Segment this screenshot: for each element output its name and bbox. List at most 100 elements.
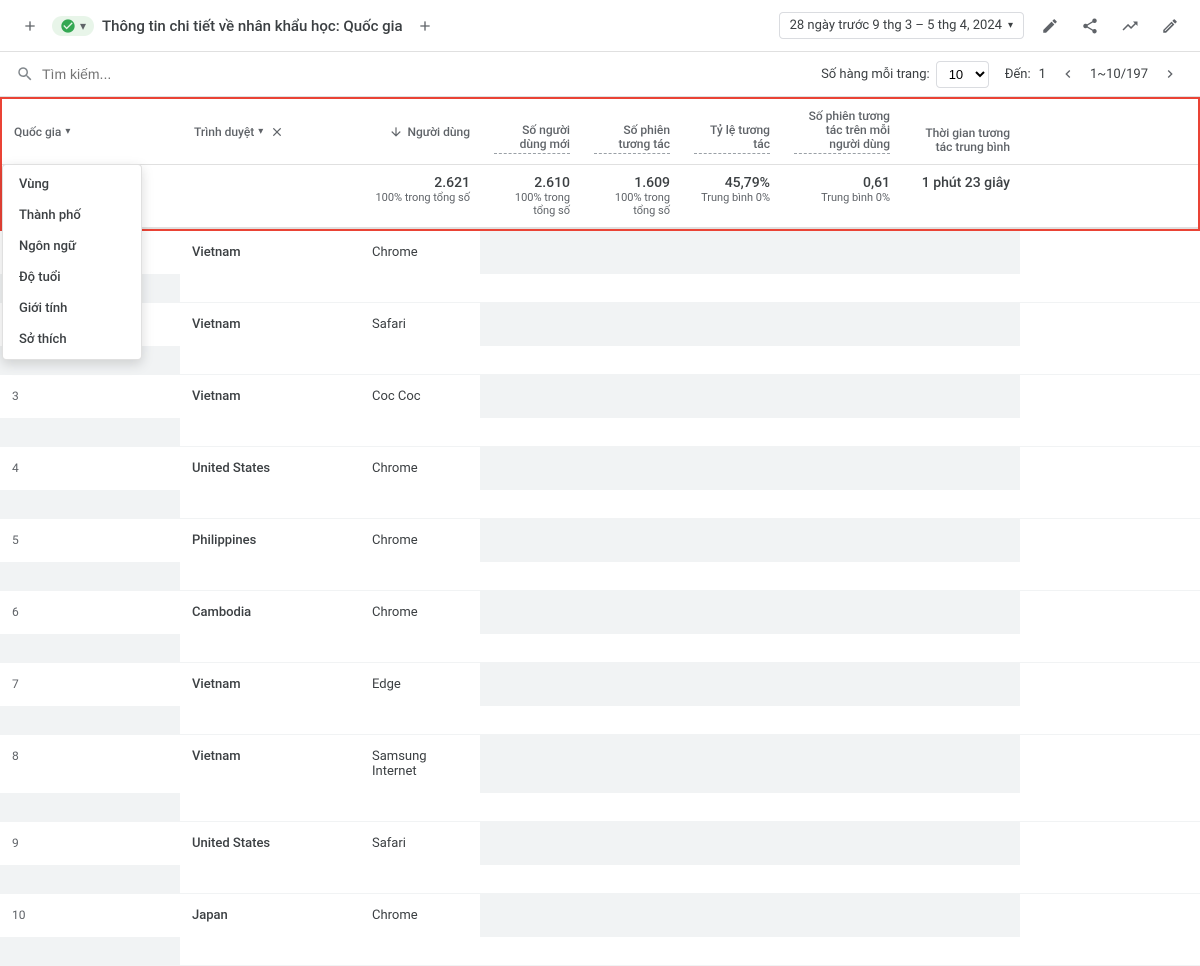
so-phien-header[interactable]: Số phiên tương tác [582,99,682,164]
remove-filter-button[interactable] [267,122,287,142]
table-row: 7 Vietnam Edge [0,663,1200,735]
thoi-gian-header[interactable]: Thời gian tương tác trung bình [902,99,1022,164]
so-phien-moi-nguoi-label: Số phiên tương tác trên mỗi người dùng [794,109,890,154]
row-nguoi-dung [480,447,580,490]
title-badge-arrow: ▾ [80,19,86,33]
dropdown-item-so-thich[interactable]: Sở thích [3,324,141,355]
summary-so-phien-sub: 100% trong tổng số [594,191,670,217]
row-ty-le [780,447,900,490]
row-so-nguoi-dung-moi [580,303,680,346]
summary-thoi-gian-val: 1 phút 23 giây [914,175,1010,191]
analytics-icon-button[interactable] [1116,12,1144,40]
summary-ty-le: 45,79% Trung bình 0% [682,165,782,227]
rows-select[interactable]: 10 25 50 [936,61,989,88]
row-num: 8 [0,735,180,793]
row-so-phien [680,375,780,418]
so-nguoi-dung-moi-label: Số người dùng mới [494,123,570,154]
next-page-button[interactable] [1156,60,1184,88]
row-browser: Chrome [360,894,480,937]
row-browser: Coc Coc [360,375,480,418]
search-bar: Số hàng mỗi trang: 10 25 50 Đến: 1 1~10/… [0,52,1200,97]
summary-so-phien: 1.609 100% trong tổng số [582,165,682,227]
row-nguoi-dung [480,231,580,274]
dropdown-item-vung[interactable]: Vùng [3,169,141,200]
date-range-text: 28 ngày trước 9 thg 3 – 5 thg 4, 2024 [790,18,1002,33]
top-bar-left: ▾ Thông tin chi tiết về nhân khẩu học: Q… [16,12,439,40]
row-so-phien-moi-nguoi [900,663,1020,706]
row-nguoi-dung [480,822,580,865]
search-icon [16,65,34,83]
search-left [16,65,342,83]
ty-le-header[interactable]: Tỷ lệ tương tác [682,99,782,164]
prev-page-button[interactable] [1054,60,1082,88]
share-icon-button[interactable] [1076,12,1104,40]
row-ty-le [780,894,900,937]
row-so-phien-moi-nguoi [900,735,1020,793]
quoc-gia-dropdown: Vùng Thành phố Ngôn ngữ Độ tuổi Giới tín… [2,164,142,360]
row-ty-le [780,375,900,418]
summary-nguoi-dung-val: 2.621 [374,175,470,191]
trinh-duyet-chevron-icon: ▾ [258,126,263,137]
row-browser: Edge [360,663,480,706]
nguoi-dung-header[interactable]: Người dùng [362,99,482,164]
page-title: Thông tin chi tiết về nhân khẩu học: Quố… [102,17,403,35]
row-so-phien [680,663,780,706]
pencil-icon-button[interactable] [1156,12,1184,40]
summary-so-phien-val: 1.609 [594,175,670,191]
table-row: 1 Vietnam Chrome [0,231,1200,303]
row-so-phien [680,591,780,634]
row-so-phien-moi-nguoi [900,894,1020,937]
row-so-phien [680,447,780,490]
thoi-gian-label: Thời gian tương tác trung bình [914,126,1010,154]
quoc-gia-header[interactable]: Quốc gia ▾ Vùng Thành phố Ngôn ngữ Độ tu… [2,99,182,164]
table-row: 9 United States Safari [0,822,1200,894]
row-num: 5 [0,519,180,562]
row-ty-le [780,591,900,634]
quoc-gia-chevron-icon: ▾ [65,126,70,137]
search-input[interactable] [42,66,342,82]
filter-section: Quốc gia ▾ Vùng Thành phố Ngôn ngữ Độ tu… [0,97,1200,231]
row-so-phien [680,303,780,346]
data-rows: 1 Vietnam Chrome 2 Vietnam Safari 3 Viet… [0,231,1200,966]
summary-ty-le-sub: Trung bình 0% [694,191,770,204]
row-browser: Chrome [360,519,480,562]
row-nguoi-dung [480,894,580,937]
dropdown-item-gioi-tinh[interactable]: Giới tính [3,293,141,324]
row-country: Vietnam [180,735,360,793]
add-left-button[interactable] [16,12,44,40]
row-browser: Safari [360,822,480,865]
row-browser: Chrome [360,591,480,634]
dropdown-item-thanh-pho[interactable]: Thành phố [3,200,141,231]
dropdown-item-do-tuoi[interactable]: Độ tuổi [3,262,141,293]
row-country: Japan [180,894,360,937]
rows-per-page-label: Số hàng mỗi trang: [821,67,930,82]
so-phien-moi-nguoi-header[interactable]: Số phiên tương tác trên mỗi người dùng [782,99,902,164]
row-nguoi-dung [480,519,580,562]
date-selector[interactable]: 28 ngày trước 9 thg 3 – 5 thg 4, 2024 ▾ [779,12,1024,39]
row-so-phien [680,519,780,562]
row-thoi-gian [0,562,180,590]
trinh-duyet-header[interactable]: Trình duyệt ▾ [182,99,362,164]
row-browser: Safari [360,303,480,346]
table-row: 8 Vietnam Samsung Internet [0,735,1200,822]
title-badge[interactable]: ▾ [52,16,94,36]
add-tab-button[interactable] [411,12,439,40]
summary-so-nguoi-dung-moi-val: 2.610 [494,175,570,191]
row-ty-le [780,663,900,706]
summary-row: 2.621 100% trong tổng số 2.610 100% tron… [2,165,1198,229]
row-thoi-gian [0,490,180,518]
so-nguoi-dung-moi-header[interactable]: Số người dùng mới [482,99,582,164]
row-country: Vietnam [180,375,360,418]
table-row: 10 Japan Chrome [0,894,1200,966]
quoc-gia-label: Quốc gia [14,125,61,139]
to-label: Đến: [1005,67,1031,82]
table-row: 4 United States Chrome [0,447,1200,519]
row-nguoi-dung [480,303,580,346]
summary-thoi-gian: 1 phút 23 giây [902,165,1022,227]
edit-icon-button[interactable] [1036,12,1064,40]
row-thoi-gian [0,937,180,965]
page-nav: Đến: 1 1~10/197 [1005,60,1184,88]
dropdown-item-ngon-ngu[interactable]: Ngôn ngữ [3,231,141,262]
row-num: 3 [0,375,180,418]
table-row: 5 Philippines Chrome [0,519,1200,591]
